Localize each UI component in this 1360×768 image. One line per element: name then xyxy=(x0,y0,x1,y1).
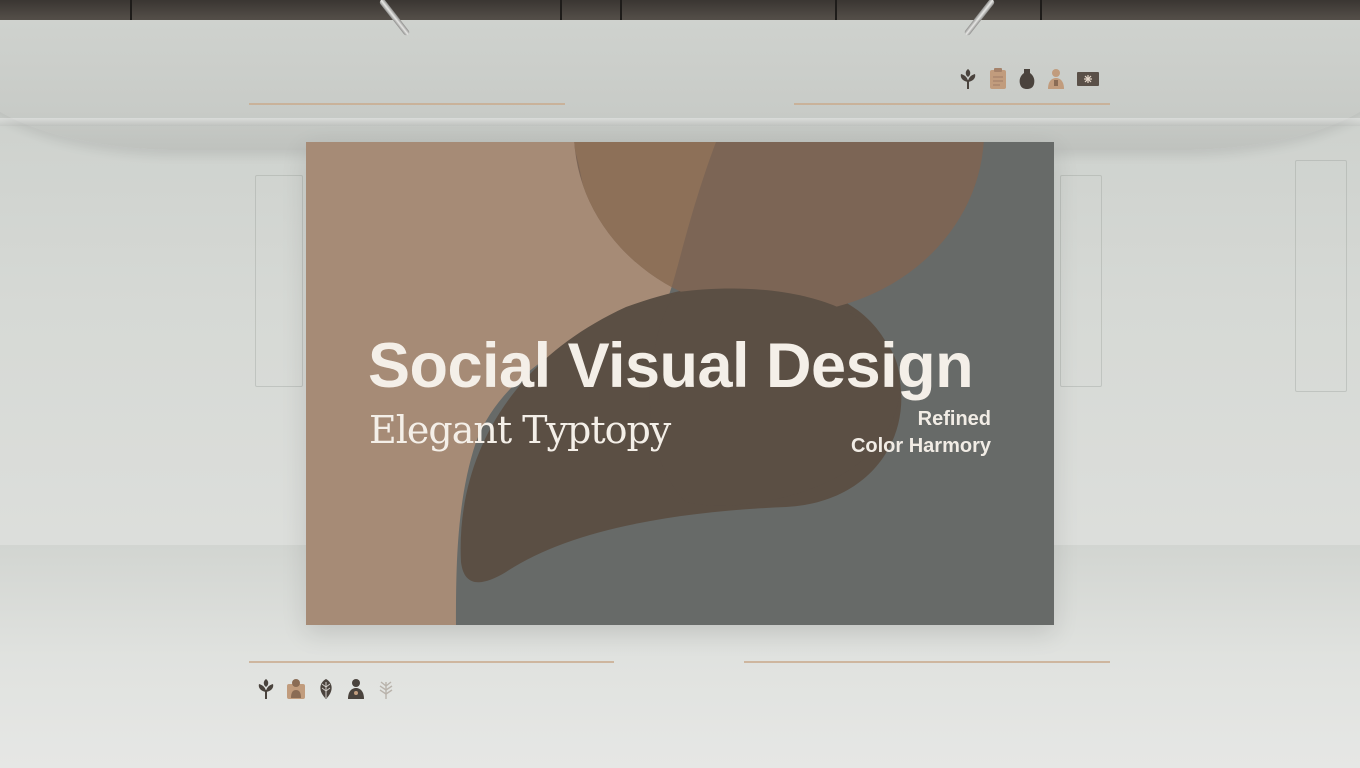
clipboard-icon xyxy=(990,68,1006,89)
vase-icon xyxy=(1019,69,1035,89)
bottom-icon-row xyxy=(256,678,396,700)
person-badge-icon xyxy=(287,679,305,699)
poster: Social Visual Design Elegant Typtopy Ref… xyxy=(306,142,1054,625)
divider-line xyxy=(249,103,565,105)
ceiling-arch xyxy=(0,20,1360,150)
poster-subtitle: Elegant Typtopy xyxy=(369,408,671,452)
tagline-line-2: Color Harmory xyxy=(850,435,991,457)
top-icon-row xyxy=(958,68,1100,90)
divider-line xyxy=(794,103,1110,105)
gallery-scene: Social Visual Design Elegant Typtopy Ref… xyxy=(0,0,1360,768)
person-icon xyxy=(1048,69,1064,89)
leaf-icon xyxy=(320,679,332,699)
wall-panel xyxy=(1060,175,1102,387)
arch-lip xyxy=(0,118,1360,126)
poster-title: Social Visual Design xyxy=(368,331,974,401)
person-pin-icon xyxy=(348,679,364,699)
poster-tagline: Refined Color Harmory xyxy=(851,406,991,460)
divider-line xyxy=(744,661,1110,663)
wall-panel xyxy=(1295,160,1347,392)
divider-line xyxy=(249,661,614,663)
snowflake-tag-icon xyxy=(1077,72,1099,86)
wheat-icon xyxy=(379,681,393,699)
tagline-line-1: Refined xyxy=(917,408,991,430)
leaf-sprout-icon xyxy=(960,69,976,89)
leaf-sprout-icon xyxy=(258,679,274,699)
wall-panel xyxy=(255,175,303,387)
